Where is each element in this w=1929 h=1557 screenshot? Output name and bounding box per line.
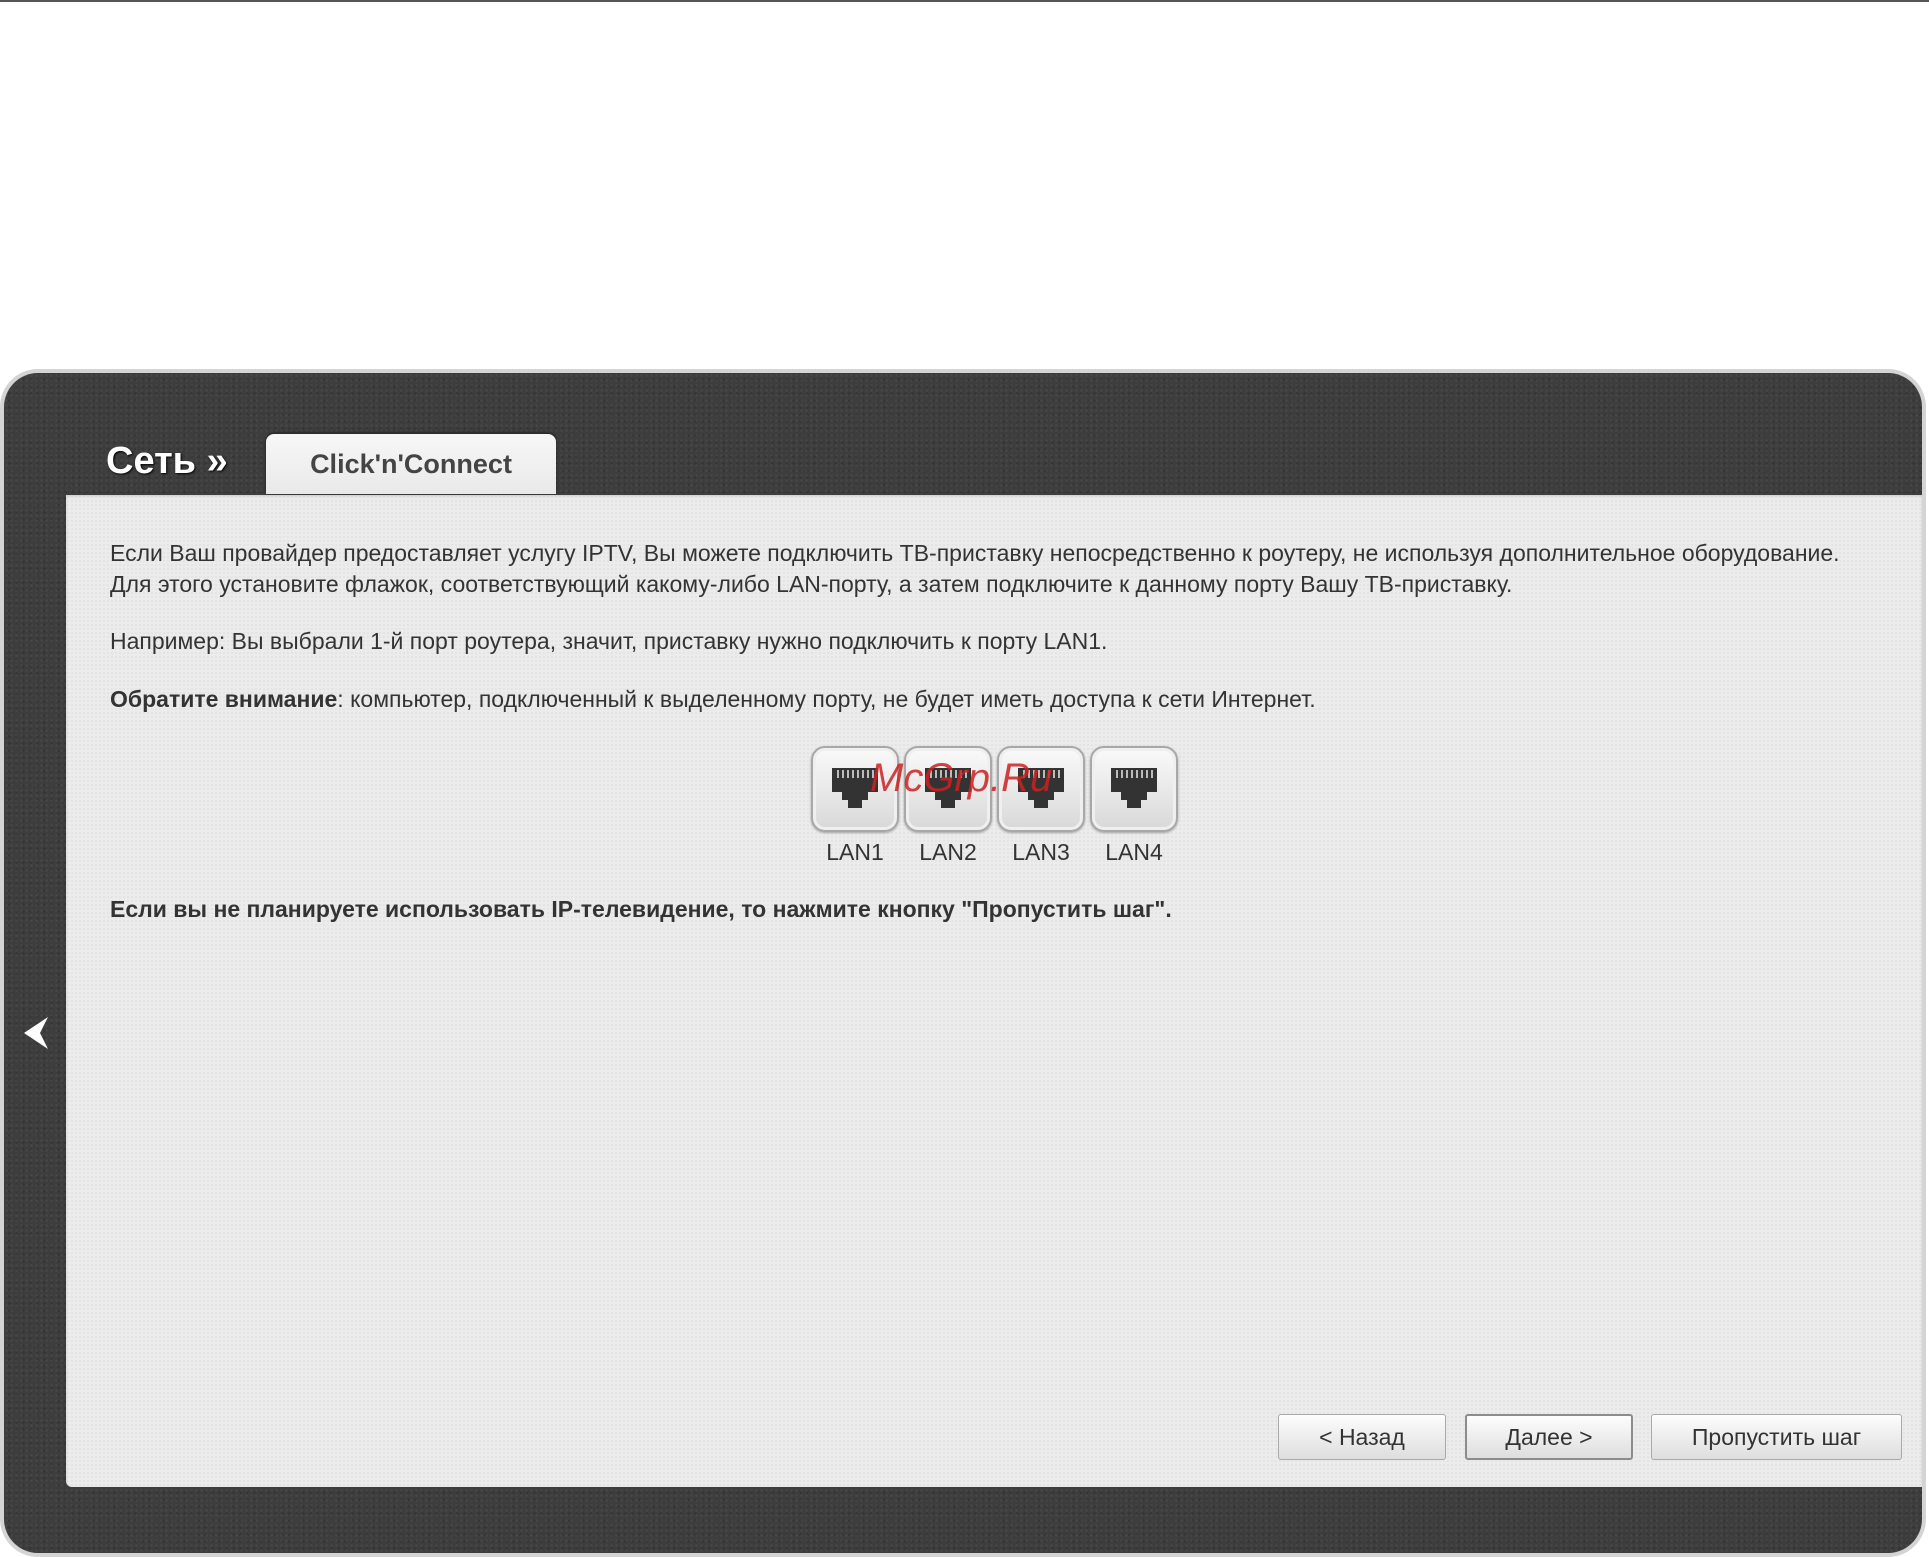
next-button[interactable]: Далее > [1465,1414,1633,1460]
intro-paragraph: Если Ваш провайдер предоставляет услугу … [110,540,1840,597]
back-button[interactable]: < Назад [1278,1414,1446,1460]
lan-port-4[interactable]: LAN4 [1090,746,1178,865]
lan-port-label: LAN2 [919,839,977,865]
skip-hint: Если вы не планируете использовать IP-те… [110,896,1172,922]
section-title: Сеть » [106,440,228,482]
watermark: McGrp.Ru [870,756,1053,800]
lan-port-label: LAN4 [1105,839,1163,865]
chevron-left-icon[interactable] [20,1013,52,1058]
example-paragraph: Например: Вы выбрали 1-й порт роутера, з… [110,628,1108,654]
notice-text: : компьютер, подключенный к выделенному … [337,686,1316,712]
notice-label: Обратите внимание [110,686,338,712]
lan-port-label: LAN3 [1012,839,1070,865]
ethernet-port-icon [1111,768,1157,808]
notice-paragraph: Обратите внимание: компьютер, подключенн… [110,684,1316,715]
lan-port-label: LAN1 [826,839,884,865]
lan-port-4-toggle[interactable] [1090,746,1178,832]
skip-step-button[interactable]: Пропустить шаг [1651,1414,1902,1460]
tab-clickn-connect[interactable]: Click'n'Connect [266,434,556,494]
top-rule [0,0,1929,2]
